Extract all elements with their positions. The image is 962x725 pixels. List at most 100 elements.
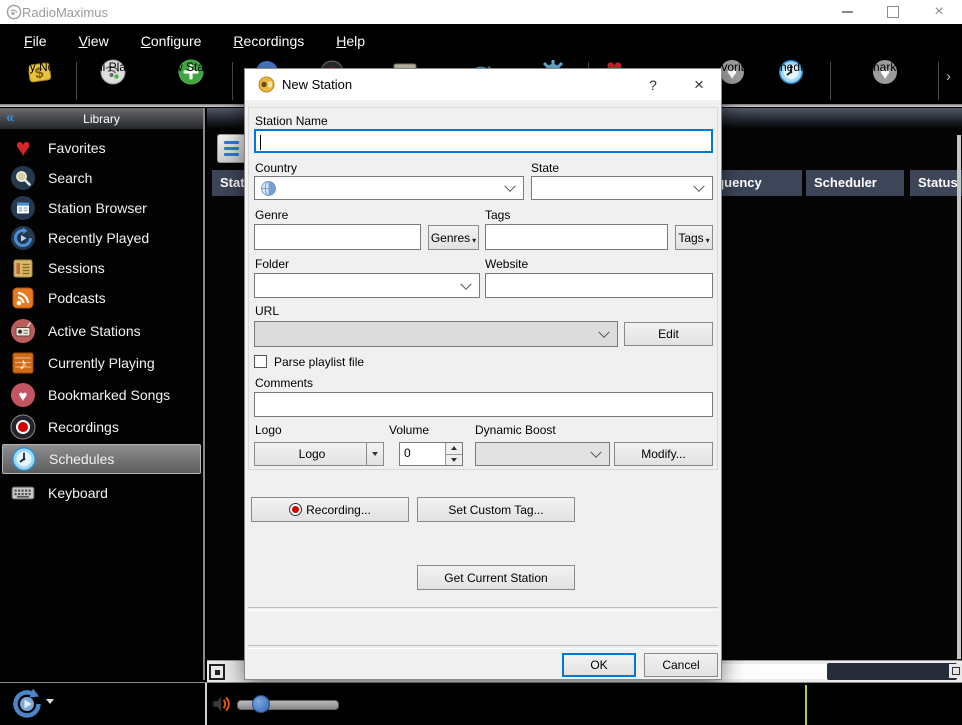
sidebar-header-label: Library [83,112,120,126]
get-current-station-button[interactable]: Get Current Station [417,565,575,590]
scrollbar-corner-button[interactable] [949,664,962,678]
tags-button[interactable]: Tags▾ [675,225,713,250]
sidebar-item-station-browser[interactable]: Station Browser [2,193,201,223]
bookmark-song-button[interactable]: ♥ Bookmark Song [838,59,932,103]
dialog-radio-icon [258,76,275,93]
menu-help[interactable]: Help [324,29,377,53]
state-select[interactable] [531,176,713,200]
buy-now-button[interactable]: $ Buy Now [8,59,70,103]
play-mode-dropdown-icon[interactable] [46,699,54,704]
dialog-close-button[interactable]: × [679,69,719,100]
record-dot-icon [289,503,302,516]
mini-player-button[interactable]: Mini Player [80,59,146,103]
station-name-label: Station Name [255,114,328,128]
horizontal-scrollbar-track[interactable] [827,663,957,680]
dynamic-boost-label: Dynamic Boost [475,423,556,437]
folder-select[interactable] [254,273,480,298]
play-mode-button[interactable] [10,687,44,725]
sidebar-header: « Library [0,108,203,129]
chevron-down-icon [693,181,704,192]
volume-value: 0 [404,446,411,460]
edit-button[interactable]: Edit [624,322,713,346]
genre-input[interactable] [254,224,421,250]
dropdown-arrow-icon: ▾ [706,236,710,245]
toolbar-overflow-chevron[interactable]: › [946,68,951,85]
cancel-button[interactable]: Cancel [644,653,718,677]
sidebar-item-recordings[interactable]: Recordings [2,412,201,442]
column-header-scheduler[interactable]: Scheduler [806,170,904,196]
collapse-sidebar-icon[interactable]: « [6,109,14,126]
close-button[interactable]: × [916,0,962,24]
volume-slider-thumb[interactable] [252,695,270,713]
chevron-down-icon [598,327,609,338]
toolbar-separator [76,62,77,100]
toolbar-separator [830,62,831,100]
schedule-button[interactable]: Schedule [762,59,820,103]
sidebar-item-keyboard[interactable]: Keyboard [2,478,201,508]
library-sidebar: « Library ♥ Favorites Search Station Bro… [0,108,205,680]
state-label: State [531,161,559,175]
genre-label: Genre [255,208,288,222]
toolbar-separator [938,62,939,100]
sidebar-item-favorites[interactable]: ♥ Favorites [2,133,201,163]
currently-playing-icon: ♪ [10,350,36,376]
dynamic-boost-select[interactable] [475,442,610,466]
country-select[interactable] [254,176,524,200]
tags-label: Tags [485,208,510,222]
schedules-clock-icon [11,446,37,472]
recordings-icon [10,414,36,440]
vertical-scrollbar[interactable] [957,135,961,659]
website-label: Website [485,257,528,271]
svg-text:♥: ♥ [19,388,28,405]
grid-toggle-icon[interactable] [209,664,225,680]
dialog-separator [248,607,718,611]
spinner-buttons[interactable] [445,443,462,465]
menu-view[interactable]: View [67,29,121,53]
recently-played-icon [10,225,36,251]
dialog-title: New Station [282,77,352,92]
sidebar-item-schedules[interactable]: Schedules [2,444,201,474]
station-name-input[interactable] [254,129,713,153]
parse-playlist-checkbox[interactable] [254,355,267,368]
set-custom-tag-button[interactable]: Set Custom Tag... [417,497,575,522]
chevron-down-icon [460,278,471,289]
menu-recordings[interactable]: Recordings [221,29,316,53]
sidebar-item-sessions[interactable]: Sessions [2,253,201,283]
sidebar-item-active-stations[interactable]: Active Stations [2,316,201,346]
menu-file[interactable]: File [12,29,59,53]
parse-playlist-label: Parse playlist file [274,355,364,369]
maximize-button[interactable] [870,0,916,24]
modify-button[interactable]: Modify... [614,442,713,466]
sidebar-item-currently-playing[interactable]: ♪ Currently Playing [2,348,201,378]
logo-split-button[interactable]: Logo [254,442,384,466]
new-station-button[interactable]: New Station [154,59,228,103]
website-input[interactable] [485,273,713,298]
dialog-titlebar: New Station ? × [245,69,721,100]
dialog-help-button[interactable]: ? [633,69,673,100]
speaker-icon[interactable] [211,693,233,720]
menu-bar: File View Configure Recordings Help [0,24,962,58]
menu-configure[interactable]: Configure [129,29,214,53]
sidebar-item-recently-played[interactable]: Recently Played [2,223,201,253]
ok-button[interactable]: OK [562,653,636,677]
minimize-button[interactable] [824,0,870,24]
recording-button[interactable]: Recording... [251,497,409,522]
chevron-down-icon [590,447,601,458]
comments-label: Comments [255,376,313,390]
comments-input[interactable] [254,392,713,417]
url-select[interactable] [254,321,618,347]
genres-button[interactable]: Genres▾ [428,225,479,250]
sidebar-item-search[interactable]: Search [2,163,201,193]
panel-menu-button[interactable] [217,134,246,163]
window-title: RadioMaximus [22,5,108,20]
level-meter-line [805,685,807,725]
sidebar-item-podcasts[interactable]: Podcasts [2,283,201,313]
tags-input[interactable] [485,224,668,250]
logo-dropdown-section[interactable] [366,443,383,465]
column-header-status[interactable]: Status [910,170,962,196]
spin-up-icon [446,443,462,454]
volume-spinner[interactable]: 0 [399,442,463,466]
sidebar-item-bookmarked-songs[interactable]: ♥ Bookmarked Songs [2,380,201,410]
app-logo-icon [6,4,22,25]
new-station-dialog: New Station ? × Station Name Country Sta… [244,68,722,680]
